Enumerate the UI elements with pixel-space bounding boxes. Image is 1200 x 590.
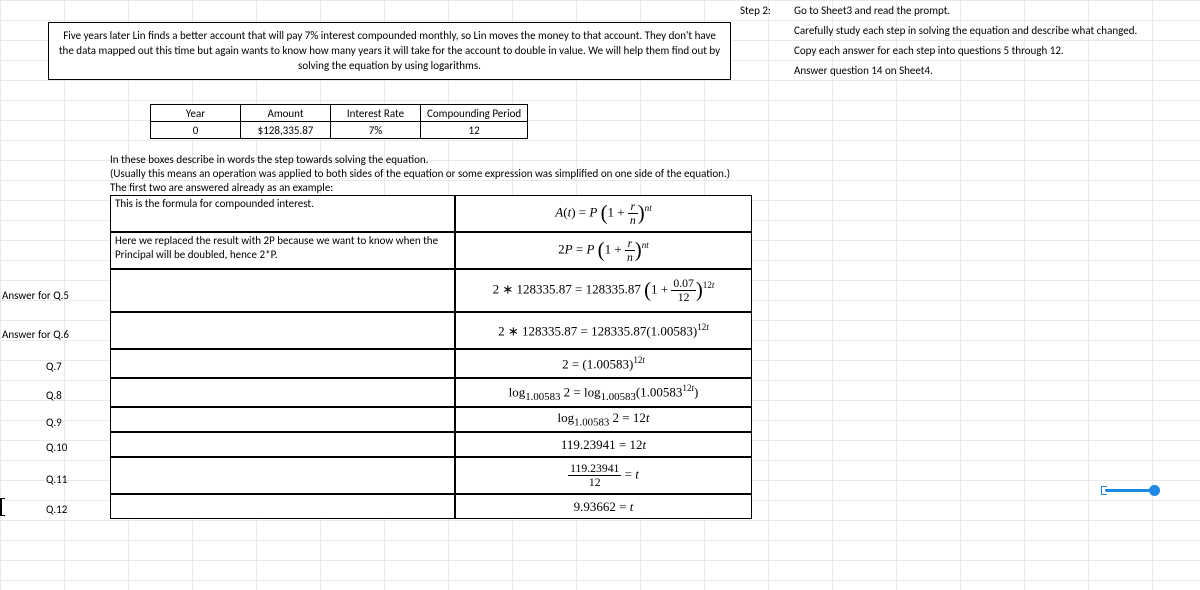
q-label: Answer for Q.5 bbox=[2, 289, 69, 302]
step-eq-cell: 9.93662 = t bbox=[455, 494, 752, 519]
instruction-line: The first two are answered already as an… bbox=[110, 181, 333, 195]
q-label: Answer for Q.6 bbox=[2, 328, 69, 341]
q-label: Q.12 bbox=[46, 503, 67, 516]
step2-line: Go to Sheet3 and read the prompt. bbox=[794, 4, 1190, 17]
col-header[interactable]: Amount bbox=[241, 105, 331, 122]
step-eq-cell: A(t) = P (1 + rn)nt bbox=[455, 195, 752, 232]
instruction-line: (Usually this means an operation was app… bbox=[110, 167, 730, 181]
step2-label: Step 2: bbox=[740, 4, 794, 17]
step-eq-cell: 2P = P (1 + rn)nt bbox=[455, 232, 752, 269]
step-desc-cell[interactable] bbox=[110, 378, 455, 407]
prompt-text: Five years later Lin finds a better acco… bbox=[59, 29, 720, 72]
step-desc-cell[interactable] bbox=[110, 269, 455, 312]
q-label: Q.9 bbox=[46, 416, 62, 429]
cell[interactable]: 7% bbox=[331, 122, 421, 139]
step2-line: Answer question 14 on Sheet4. bbox=[794, 64, 1190, 77]
step2-line: Copy each answer for each step into ques… bbox=[794, 44, 1190, 57]
step-desc-cell[interactable]: Here we replaced the result with 2P beca… bbox=[110, 232, 455, 269]
step2-line: Carefully study each step in solving the… bbox=[794, 24, 1190, 37]
step-desc-cell[interactable] bbox=[110, 349, 455, 378]
text-cursor-icon bbox=[0, 498, 6, 516]
col-header[interactable]: Compounding Period bbox=[421, 105, 528, 122]
params-table: Year Amount Interest Rate Compounding Pe… bbox=[150, 104, 528, 139]
step2-block: Step 2: Go to Sheet3 and read the prompt… bbox=[740, 0, 1190, 80]
slider-control[interactable] bbox=[1105, 485, 1160, 497]
step-eq-cell: 2 ∗ 128335.87 = 128335.87(1.00583)12t bbox=[455, 312, 752, 349]
col-header[interactable]: Interest Rate bbox=[331, 105, 421, 122]
step-eq-cell: log1.00583 2 = log1.00583(1.0058312t) bbox=[455, 378, 752, 407]
step-desc-cell[interactable] bbox=[110, 432, 455, 457]
cell[interactable]: 0 bbox=[151, 122, 241, 139]
step-desc-cell[interactable] bbox=[110, 494, 455, 519]
q-label: Q.10 bbox=[46, 441, 67, 454]
step-eq-cell: 119.23941 = 12t bbox=[455, 432, 752, 457]
step-desc-cell[interactable] bbox=[110, 407, 455, 432]
step-desc-cell[interactable] bbox=[110, 457, 455, 494]
q-label: Q.7 bbox=[46, 360, 62, 373]
q-label: Q.8 bbox=[46, 389, 62, 402]
table-row: 0 $128,335.87 7% 12 bbox=[151, 122, 528, 139]
step-desc-cell[interactable]: This is the formula for compounded inter… bbox=[110, 195, 455, 232]
slider-track bbox=[1105, 489, 1155, 492]
prompt-box: Five years later Lin finds a better acco… bbox=[48, 22, 731, 80]
step-eq-cell: 119.2394112 = t bbox=[455, 457, 752, 494]
instruction-line: In these boxes describe in words the ste… bbox=[110, 153, 428, 167]
cell[interactable]: 12 bbox=[421, 122, 528, 139]
cell[interactable]: $128,335.87 bbox=[241, 122, 331, 139]
q-label: Q.11 bbox=[46, 473, 67, 486]
step-eq-cell: log1.00583 2 = 12t bbox=[455, 407, 752, 432]
step-eq-cell: 2 ∗ 128335.87 = 128335.87 (1 + 0.0712)12… bbox=[455, 269, 752, 312]
slider-thumb[interactable] bbox=[1149, 485, 1160, 496]
step-eq-cell: 2 = (1.00583)12t bbox=[455, 349, 752, 378]
col-header[interactable]: Year bbox=[151, 105, 241, 122]
step-desc-cell[interactable] bbox=[110, 312, 455, 349]
table-row: Year Amount Interest Rate Compounding Pe… bbox=[151, 105, 528, 122]
